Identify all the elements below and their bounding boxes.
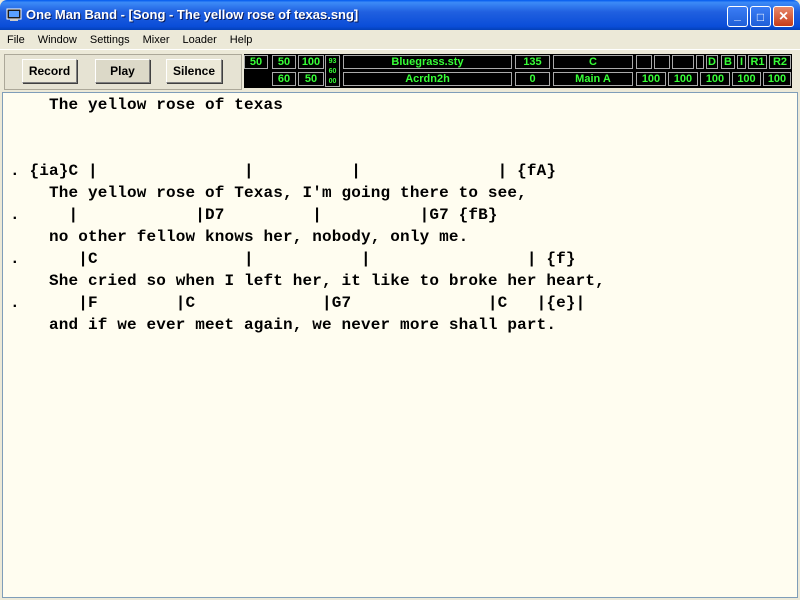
lcd-level-3[interactable]: 100	[700, 72, 730, 86]
minimize-icon: _	[734, 7, 741, 22]
maximize-icon: □	[756, 9, 765, 24]
lcd-value-a[interactable]: 50	[272, 55, 296, 69]
song-editor[interactable]: The yellow rose of texas . {ia}C | | | |…	[2, 92, 798, 598]
song-title-line: The yellow rose of texas	[10, 96, 284, 114]
window-title: One Man Band - [Song - The yellow rose o…	[26, 7, 359, 22]
lcd-transpose[interactable]: 0	[515, 72, 550, 86]
lcd-value-d[interactable]: 50	[298, 72, 324, 86]
lcd-track-i[interactable]: I	[737, 55, 746, 69]
menu-mixer[interactable]: Mixer	[136, 34, 176, 46]
menu-settings[interactable]: Settings	[83, 34, 136, 46]
minimize-button[interactable]: _	[727, 6, 748, 27]
chord-line: . | |D7 | |G7 {fB}	[10, 206, 498, 224]
chord-line: . |F |C |G7 |C |{e}|	[10, 294, 586, 312]
lyric-line: She cried so when I left her, it like to…	[10, 272, 605, 290]
title-bar[interactable]: One Man Band - [Song - The yellow rose o…	[0, 0, 800, 30]
lcd-blank-4[interactable]	[696, 55, 704, 69]
lcd-track-r2[interactable]: R2	[769, 55, 791, 69]
app-icon	[6, 8, 22, 21]
menu-help[interactable]: Help	[223, 34, 259, 46]
lcd-stack-mid: 60	[328, 68, 337, 75]
lcd-tempo[interactable]: 135	[515, 55, 550, 69]
lyric-line: and if we ever meet again, we never more…	[10, 316, 557, 334]
menu-window[interactable]: Window	[31, 34, 83, 46]
chord-line: . {ia}C | | | | {fA}	[10, 162, 557, 180]
lcd-track-r1[interactable]: R1	[748, 55, 767, 69]
lcd-volume[interactable]: 50	[244, 55, 268, 69]
lcd-blank-3[interactable]	[672, 55, 694, 69]
record-button[interactable]: Record	[22, 59, 77, 83]
lcd-stack-bottom: 00	[328, 78, 337, 85]
close-icon: ×	[778, 7, 789, 25]
play-button[interactable]: Play	[95, 59, 150, 83]
lcd-value-b[interactable]: 100	[298, 55, 324, 69]
lcd-blank-2[interactable]	[654, 55, 670, 69]
menu-file[interactable]: File	[0, 34, 31, 46]
lcd-key[interactable]: C	[553, 55, 633, 69]
lcd-style-name[interactable]: Bluegrass.sty	[343, 55, 512, 69]
lyric-line: no other fellow knows her, nobody, only …	[10, 228, 469, 246]
chord-line: . |C | | | {f}	[10, 250, 576, 268]
lcd-track-b[interactable]: B	[721, 55, 735, 69]
lcd-instrument-name[interactable]: Acrdn2h	[343, 72, 512, 86]
maximize-button[interactable]: □	[750, 6, 771, 27]
lcd-variation[interactable]: Main A	[553, 72, 633, 86]
lcd-value-c[interactable]: 60	[272, 72, 296, 86]
lcd-level-4[interactable]: 100	[732, 72, 761, 86]
lcd-stack-top: 93	[328, 58, 337, 65]
lcd-level-1[interactable]: 100	[636, 72, 666, 86]
lcd-time-stack: 93 60 00	[325, 55, 340, 87]
menu-loader[interactable]: Loader	[176, 34, 223, 46]
silence-button[interactable]: Silence	[166, 59, 222, 83]
lcd-panel: 50 50 100 93 60 00 Bluegrass.sty 135 C D…	[244, 54, 792, 88]
lcd-blank-1[interactable]	[636, 55, 652, 69]
close-button[interactable]: ×	[773, 6, 794, 27]
lcd-level-5[interactable]: 100	[763, 72, 791, 86]
menu-bar: File Window Settings Mixer Loader Help	[0, 30, 800, 49]
lyric-line: The yellow rose of Texas, I'm going ther…	[10, 184, 527, 202]
lcd-level-2[interactable]: 100	[668, 72, 698, 86]
lcd-track-d[interactable]: D	[706, 55, 718, 69]
